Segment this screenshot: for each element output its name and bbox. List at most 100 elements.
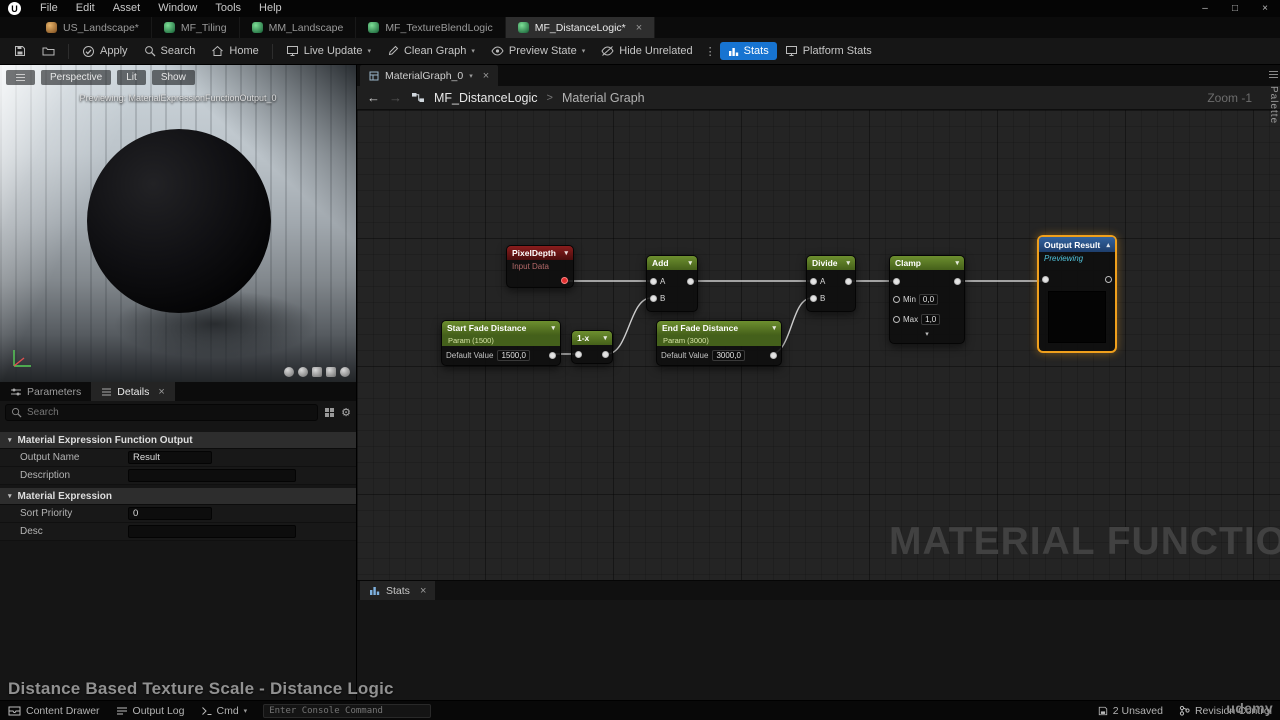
menu-help[interactable]: Help xyxy=(250,0,291,17)
input-pin-b[interactable] xyxy=(650,295,657,302)
material-asset-icon xyxy=(163,22,175,33)
section-material-expression[interactable]: ▾ Material Expression xyxy=(0,488,356,505)
maximize-icon[interactable]: □ xyxy=(1220,0,1250,17)
clean-graph-button[interactable]: Clean Graph ▾ xyxy=(379,42,483,60)
tab-mf-distancelogic[interactable]: MF_DistanceLogic* × xyxy=(505,17,656,38)
perspective-button[interactable]: Perspective xyxy=(41,70,112,85)
back-arrow-icon[interactable]: ← xyxy=(367,90,380,105)
lit-button[interactable]: Lit xyxy=(117,70,146,85)
node-pixeldepth[interactable]: PixelDepth ▾ Input Data xyxy=(506,245,574,288)
max-pin[interactable] xyxy=(893,315,900,323)
live-update-button[interactable]: Live Update ▾ xyxy=(278,42,379,60)
tab-mf-tiling[interactable]: MF_Tiling xyxy=(152,17,240,38)
min-value-field[interactable]: 0,0 xyxy=(918,294,939,305)
input-pin[interactable] xyxy=(1042,276,1049,283)
output-pin[interactable] xyxy=(687,278,694,285)
output-pin[interactable] xyxy=(1105,276,1112,283)
tab-us-landscape[interactable]: US_Landscape* xyxy=(34,17,152,38)
input-pin-b[interactable] xyxy=(810,295,817,302)
menu-file[interactable]: File xyxy=(31,0,67,17)
tab-close-icon[interactable]: × xyxy=(483,70,489,82)
tab-stats[interactable]: Stats × xyxy=(360,581,436,600)
output-pin[interactable] xyxy=(770,352,777,359)
gear-icon[interactable]: ⚙ xyxy=(341,406,351,419)
section-material-expression-function-output[interactable]: ▾ Material Expression Function Output xyxy=(0,432,356,449)
save-button[interactable] xyxy=(6,42,34,60)
details-search-box[interactable] xyxy=(5,404,319,421)
desc-field[interactable] xyxy=(128,525,296,538)
doc-tab-label: MaterialGraph_0 xyxy=(385,69,464,82)
input-pin-a[interactable] xyxy=(650,278,657,285)
min-pin[interactable] xyxy=(893,296,900,303)
description-field[interactable] xyxy=(128,469,296,482)
menu-edit[interactable]: Edit xyxy=(67,0,104,17)
minimize-icon[interactable]: – xyxy=(1190,0,1220,17)
tab-mm-landscape[interactable]: MM_Landscape xyxy=(240,17,357,38)
hamburger-icon xyxy=(1268,70,1279,79)
platform-stats-button[interactable]: Platform Stats xyxy=(777,42,880,60)
palette-sidebar-tab[interactable]: Palette xyxy=(1268,70,1279,124)
home-button[interactable]: Home xyxy=(203,42,266,60)
apply-button[interactable]: Apply xyxy=(74,42,136,61)
console-command-input[interactable] xyxy=(263,703,432,718)
tab-details[interactable]: Details × xyxy=(91,382,175,401)
graph-canvas[interactable]: MATERIAL FUNCTION PixelDepth ▾ Input Dat… xyxy=(357,110,1280,580)
chevron-down-icon[interactable]: ▾ xyxy=(469,72,473,80)
breadcrumb-current[interactable]: Material Graph xyxy=(562,91,645,105)
input-pin-a[interactable] xyxy=(810,278,817,285)
preview-viewport[interactable]: Perspective Lit Show Previewing: Materia… xyxy=(0,65,356,382)
menu-tools[interactable]: Tools xyxy=(206,0,250,17)
more-options-icon[interactable]: ⋮ xyxy=(701,45,720,58)
tab-parameters[interactable]: Parameters xyxy=(0,382,91,401)
tab-close-icon[interactable]: × xyxy=(636,22,642,34)
viewport-options-button[interactable] xyxy=(6,70,35,85)
chevron-down-icon: ▾ xyxy=(772,325,776,332)
preview-state-button[interactable]: Preview State ▾ xyxy=(483,42,593,60)
output-pin[interactable] xyxy=(561,276,568,284)
preview-shape-plane-icon[interactable] xyxy=(312,367,322,377)
node-output-result[interactable]: Output Result ▴ Previewing xyxy=(1037,235,1117,353)
node-clamp[interactable]: Clamp ▾ Min 0,0 Max 1,0 ▾ xyxy=(889,255,965,344)
output-log-button[interactable]: Output Log xyxy=(116,705,185,717)
node-start-fade-distance[interactable]: Start Fade Distance ▾ Param (1500) Defau… xyxy=(441,320,561,366)
close-icon[interactable]: × xyxy=(1250,0,1280,17)
search-button[interactable]: Search xyxy=(136,42,204,60)
content-drawer-button[interactable]: Content Drawer xyxy=(8,705,100,717)
hide-unrelated-button[interactable]: Hide Unrelated xyxy=(593,42,700,60)
node-add[interactable]: Add ▾ A B xyxy=(646,255,698,312)
tab-materialgraph[interactable]: MaterialGraph_0 ▾ × xyxy=(360,65,499,86)
output-pin[interactable] xyxy=(602,350,609,358)
node-one-minus[interactable]: 1-x ▾ xyxy=(571,330,613,364)
output-name-field[interactable]: Result xyxy=(128,451,212,464)
preview-shape-mesh-icon[interactable] xyxy=(340,367,350,377)
menu-asset[interactable]: Asset xyxy=(104,0,150,17)
show-button[interactable]: Show xyxy=(151,70,195,85)
preview-shape-cylinder-icon[interactable] xyxy=(284,367,294,377)
tab-mf-textureblendlogic[interactable]: MF_TextureBlendLogic xyxy=(356,17,506,38)
output-pin[interactable] xyxy=(954,278,961,285)
output-pin[interactable] xyxy=(549,352,556,359)
tab-close-icon[interactable]: × xyxy=(420,585,426,597)
tab-close-icon[interactable]: × xyxy=(158,386,164,398)
node-end-fade-distance[interactable]: End Fade Distance ▾ Param (3000) Default… xyxy=(656,320,782,366)
output-pin[interactable] xyxy=(845,278,852,285)
sort-priority-field[interactable]: 0 xyxy=(128,507,212,520)
menu-window[interactable]: Window xyxy=(149,0,206,17)
node-expand-chevron-icon[interactable]: ▾ xyxy=(890,329,964,342)
preview-shape-cube-icon[interactable] xyxy=(326,367,336,377)
browse-button[interactable] xyxy=(34,42,63,60)
node-divide[interactable]: Divide ▾ A B xyxy=(806,255,856,312)
breadcrumb-root[interactable]: MF_DistanceLogic xyxy=(434,91,538,105)
default-value-field[interactable]: 3000,0 xyxy=(712,350,745,361)
default-value-field[interactable]: 1500,0 xyxy=(497,350,530,361)
cmd-dropdown[interactable]: Cmd ▾ xyxy=(201,705,247,717)
input-pin[interactable] xyxy=(893,278,900,285)
stats-button[interactable]: Stats xyxy=(719,42,777,60)
forward-arrow-icon[interactable]: → xyxy=(389,90,402,105)
max-value-field[interactable]: 1,0 xyxy=(921,313,941,325)
unsaved-indicator[interactable]: 2 Unsaved xyxy=(1098,705,1163,717)
input-pin[interactable] xyxy=(575,350,582,358)
preview-shape-sphere-icon[interactable] xyxy=(298,367,308,377)
view-options-icon[interactable] xyxy=(324,407,335,418)
details-search-input[interactable] xyxy=(27,407,313,418)
